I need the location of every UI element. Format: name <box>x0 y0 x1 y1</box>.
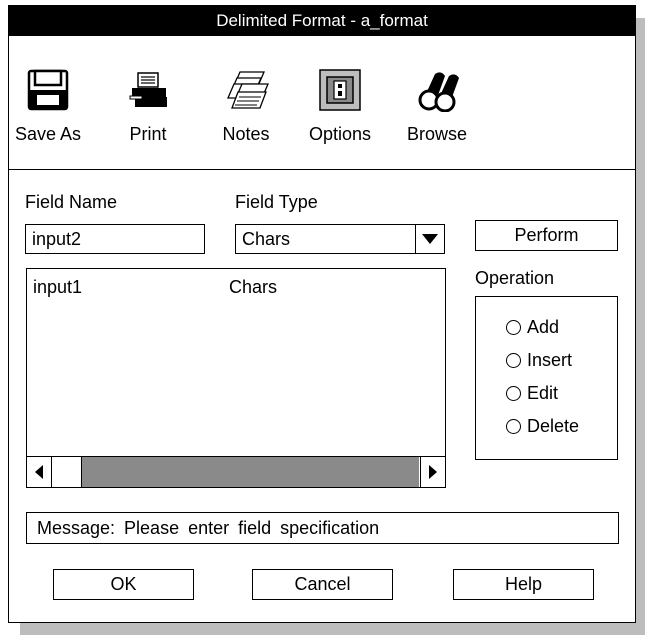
message-text: Message: Please enter field specificatio… <box>37 517 380 538</box>
field-name-input[interactable]: input2 <box>25 224 205 254</box>
field-name-label: Field Name <box>25 192 118 212</box>
horizontal-scrollbar[interactable] <box>27 456 445 487</box>
cancel-button-label: Cancel <box>294 574 351 594</box>
radio-delete-label: Delete <box>527 416 580 436</box>
notes-stack-icon <box>224 68 269 112</box>
radio-circle-icon <box>506 353 521 368</box>
list-item[interactable]: input1 Chars <box>33 277 433 299</box>
radio-delete[interactable]: Delete <box>506 416 579 437</box>
save-as-button[interactable]: Save As <box>13 68 83 145</box>
options-panel-icon <box>318 68 362 112</box>
scrollbar-track[interactable] <box>82 457 419 487</box>
help-button-label: Help <box>504 574 543 594</box>
chevron-down-icon[interactable] <box>415 225 444 253</box>
binoculars-icon <box>415 68 459 113</box>
notes-button[interactable]: Notes <box>211 68 281 145</box>
scroll-right-icon[interactable] <box>420 457 445 487</box>
printer-icon <box>126 68 170 112</box>
scroll-left-icon[interactable] <box>27 457 52 487</box>
fields-list[interactable]: input1 Chars <box>26 268 446 488</box>
ok-button-label: OK <box>110 574 137 594</box>
radio-edit[interactable]: Edit <box>506 383 558 404</box>
radio-circle-icon <box>506 419 521 434</box>
radio-edit-label: Edit <box>527 383 559 403</box>
field-type-label: Field Type <box>235 192 318 212</box>
cancel-button[interactable]: Cancel <box>252 569 393 600</box>
radio-add[interactable]: Add <box>506 317 559 338</box>
options-label: Options <box>308 124 372 144</box>
browse-button[interactable]: Browse <box>402 68 472 145</box>
field-type-dropdown[interactable]: Chars <box>235 224 445 254</box>
message-bar: Message: Please enter field specificatio… <box>26 512 619 544</box>
operation-group: Add Insert Edit Delete <box>475 296 618 460</box>
floppy-disk-icon <box>26 68 70 112</box>
ok-button[interactable]: OK <box>53 569 194 600</box>
list-item-type: Chars <box>229 277 278 297</box>
browse-label: Browse <box>406 124 468 144</box>
scrollbar-thumb[interactable] <box>53 457 82 487</box>
radio-add-label: Add <box>527 317 560 337</box>
field-type-value: Chars <box>242 228 291 249</box>
print-button[interactable]: Print <box>113 68 183 145</box>
radio-insert[interactable]: Insert <box>506 350 572 371</box>
dialog-window: Delimited Format - a_format Save As Prin… <box>8 5 636 623</box>
toolbar-divider <box>9 169 635 170</box>
title-bar: Delimited Format - a_format <box>9 6 635 36</box>
notes-label: Notes <box>222 124 270 144</box>
save-as-label: Save As <box>14 124 82 144</box>
perform-button[interactable]: Perform <box>475 220 618 251</box>
list-item-name: input1 <box>33 277 83 297</box>
help-button[interactable]: Help <box>453 569 594 600</box>
perform-button-label: Perform <box>514 225 579 245</box>
print-label: Print <box>129 124 167 144</box>
options-button[interactable]: Options <box>305 68 375 145</box>
window-title: Delimited Format - a_format <box>216 11 428 30</box>
radio-circle-icon <box>506 386 521 401</box>
radio-insert-label: Insert <box>527 350 573 370</box>
operation-label: Operation <box>475 268 555 288</box>
field-name-value: input2 <box>32 228 82 249</box>
radio-circle-icon <box>506 320 521 335</box>
